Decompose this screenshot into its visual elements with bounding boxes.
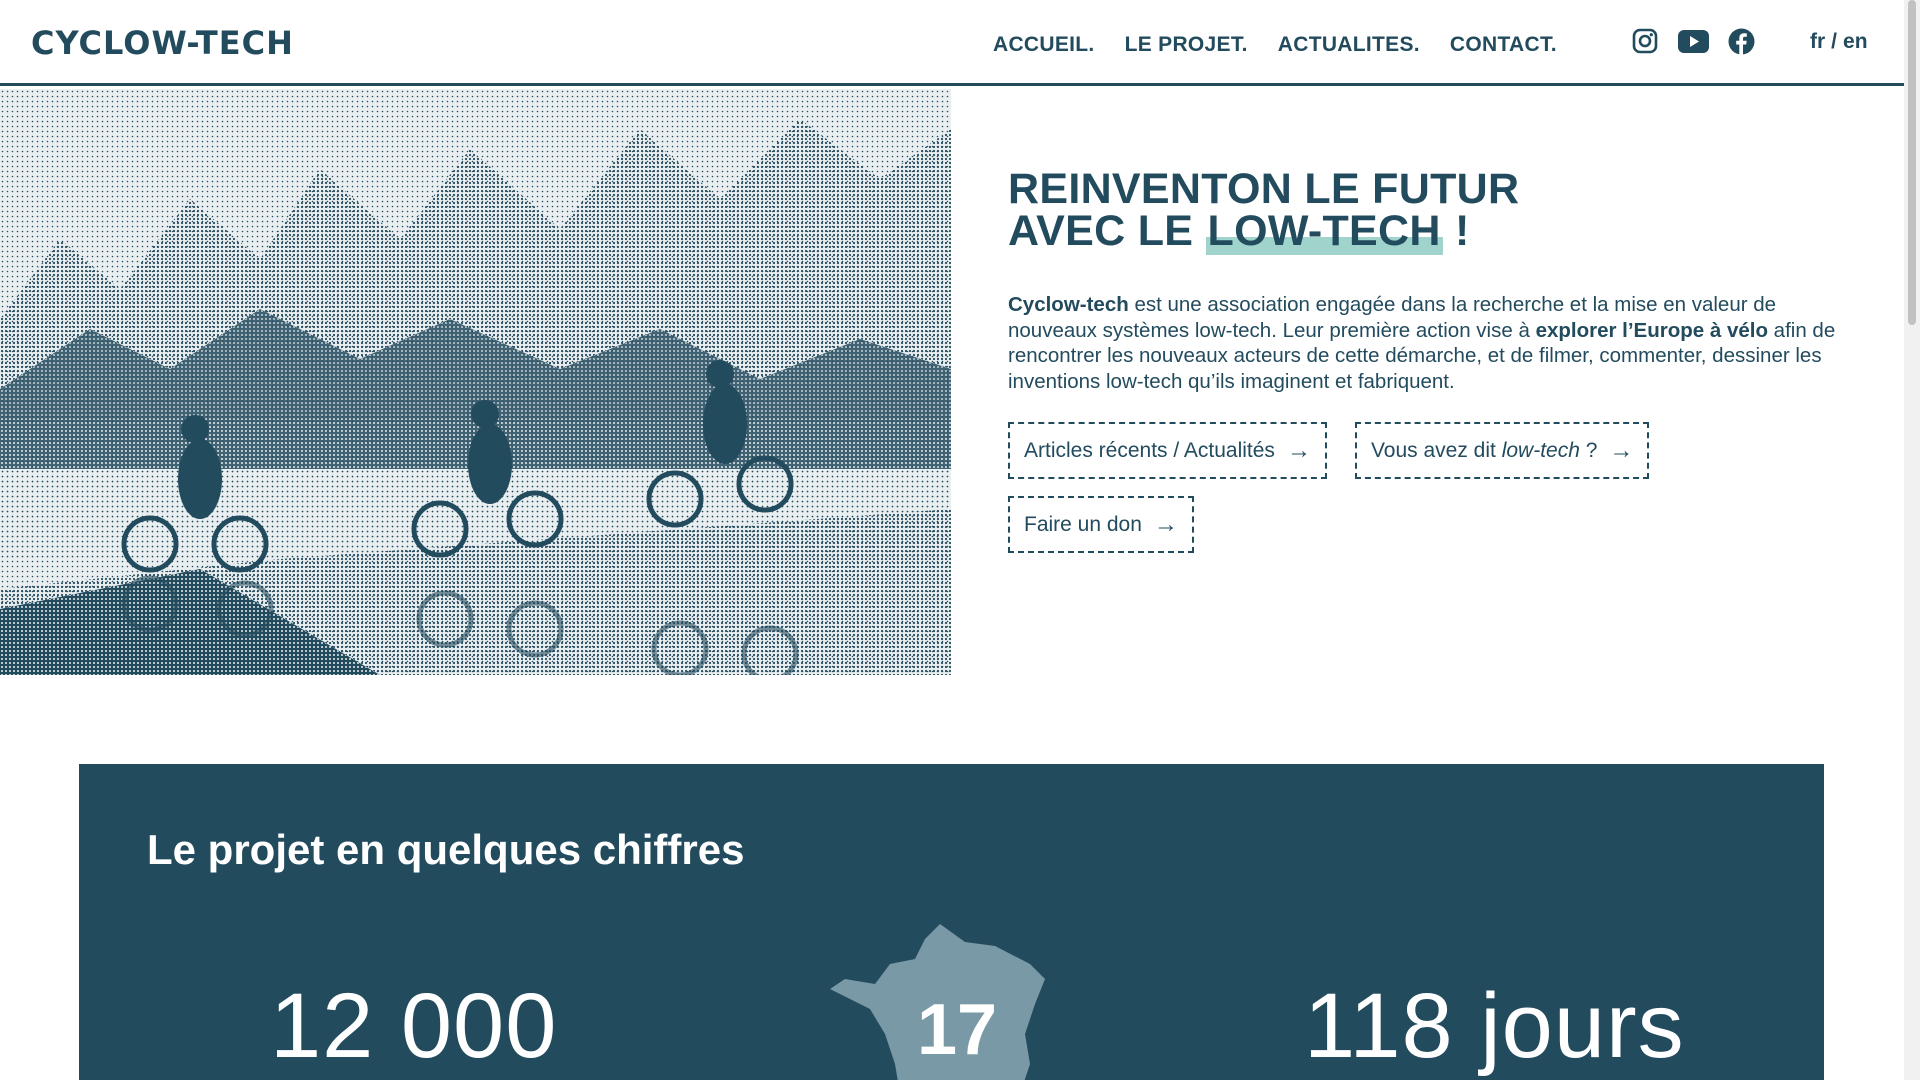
donate-button[interactable]: Faire un don → (1008, 496, 1194, 553)
articles-button-label: Articles récents / Actualités (1024, 438, 1275, 462)
hero-content: REINVENTON LE FUTUR AVEC LE LOW-TECH ! C… (1008, 168, 1838, 553)
nav-accueil[interactable]: ACCUEIL. (993, 33, 1095, 57)
language-switcher: fr / en (1810, 30, 1868, 54)
lang-fr[interactable]: fr (1810, 30, 1825, 54)
nav-le-projet[interactable]: LE PROJET. (1125, 33, 1248, 57)
site-header: CYCLOW-TECH ACCUEIL. LE PROJET. ACTUALIT… (0, 0, 1904, 86)
page-scrollbar[interactable] (1904, 0, 1920, 1080)
stat-days: 118 jours (1304, 975, 1685, 1077)
donate-button-label: Faire un don (1024, 512, 1142, 536)
nav-actualites[interactable]: ACTUALITES. (1278, 33, 1420, 57)
site-logo[interactable]: CYCLOW-TECH (31, 24, 294, 62)
hero-description: Cyclow-tech est une association engagée … (1008, 292, 1838, 394)
lang-separator: / (1831, 30, 1838, 53)
articles-button[interactable]: Articles récents / Actualités → (1008, 422, 1327, 479)
lang-en[interactable]: en (1843, 30, 1868, 54)
hero-title-line2-post: ! (1442, 207, 1470, 255)
youtube-icon[interactable] (1677, 27, 1709, 55)
hero-title-line1: REINVENTON LE FUTUR (1008, 165, 1520, 213)
facebook-icon[interactable] (1727, 27, 1755, 55)
main-nav: ACCUEIL. LE PROJET. ACTUALITES. CONTACT. (993, 33, 1557, 57)
nav-contact[interactable]: CONTACT. (1450, 33, 1557, 57)
scrollbar-thumb[interactable] (1908, 0, 1916, 325)
stats-title: Le projet en quelques chiffres (147, 826, 745, 873)
stat-km: 12 000 (270, 975, 558, 1077)
lowtech-button[interactable]: Vous avez dit low-tech ? → (1354, 422, 1650, 479)
hero-title-line2-pre: AVEC LE (1008, 207, 1206, 255)
arrow-right-icon: → (1286, 436, 1311, 464)
social-links (1631, 27, 1755, 55)
hero-desc-bold: explorer l’Europe à vélo (1535, 318, 1768, 342)
hero-title-highlight: LOW-TECH (1205, 207, 1443, 255)
hero-title: REINVENTON LE FUTUR AVEC LE LOW-TECH ! (1008, 165, 1838, 255)
hero-photo-cyclists (0, 89, 951, 675)
arrow-right-icon: → (1609, 436, 1634, 464)
instagram-icon[interactable] (1631, 27, 1659, 55)
stats-section: Le projet en quelques chiffres 12 000 17… (79, 764, 1824, 1080)
stat-regions: 17 (917, 990, 998, 1070)
arrow-right-icon: → (1153, 510, 1178, 538)
hero-desc-brand: Cyclow-tech (1008, 293, 1129, 316)
lowtech-button-label: Vous avez dit low-tech ? (1370, 438, 1598, 462)
